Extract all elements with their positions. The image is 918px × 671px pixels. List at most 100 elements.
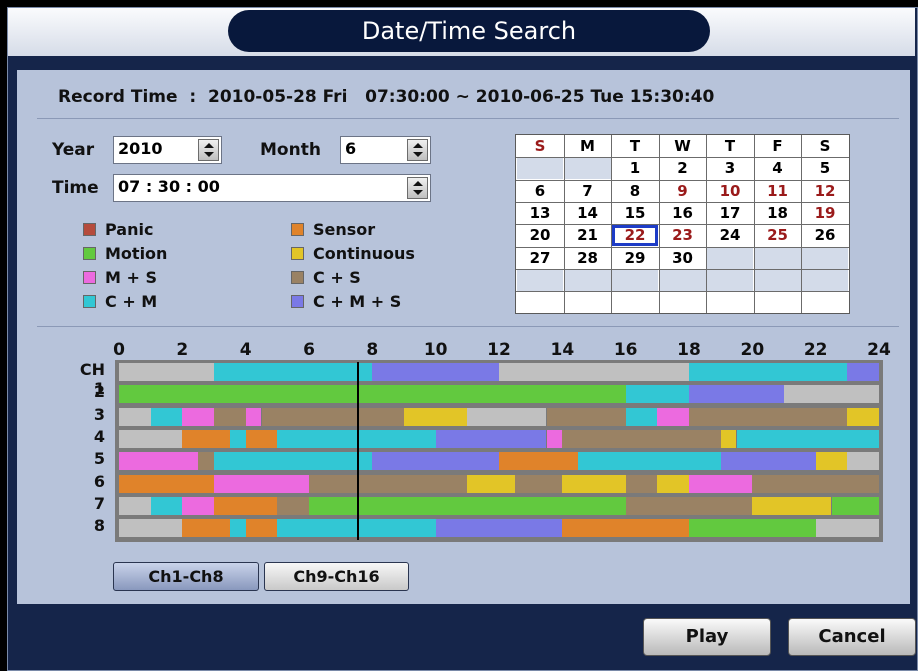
calendar-day[interactable]: 6 bbox=[517, 180, 563, 202]
record-segment[interactable] bbox=[657, 407, 689, 426]
record-segment[interactable] bbox=[514, 474, 563, 493]
calendar-day[interactable]: 12 bbox=[802, 180, 848, 202]
record-segment[interactable] bbox=[245, 429, 278, 448]
calendar-day[interactable]: 18 bbox=[754, 202, 801, 224]
month-spinner[interactable]: 6 bbox=[340, 136, 431, 164]
calendar-day[interactable]: 29 bbox=[612, 247, 658, 269]
ch9-ch16-button[interactable]: Ch9-Ch16 bbox=[264, 562, 409, 591]
record-segment[interactable] bbox=[815, 452, 848, 471]
record-segment[interactable] bbox=[831, 496, 879, 515]
record-segment[interactable] bbox=[752, 496, 832, 515]
record-segment[interactable] bbox=[625, 407, 658, 426]
calendar-day[interactable]: 22 bbox=[612, 225, 658, 247]
calendar-day[interactable]: 23 bbox=[659, 225, 706, 247]
record-segment[interactable] bbox=[309, 474, 468, 493]
channel-row[interactable] bbox=[119, 385, 879, 404]
year-spinner[interactable]: 2010 bbox=[113, 136, 222, 164]
channel-row[interactable] bbox=[119, 474, 879, 493]
calendar-day[interactable]: 20 bbox=[517, 225, 563, 247]
time-spinner[interactable]: 07 : 30 : 00 bbox=[113, 174, 431, 202]
record-segment[interactable] bbox=[119, 363, 214, 381]
record-segment[interactable] bbox=[689, 363, 848, 381]
calendar-day[interactable]: 8 bbox=[612, 180, 658, 202]
record-segment[interactable] bbox=[182, 519, 230, 538]
calendar-day[interactable]: 21 bbox=[564, 225, 611, 247]
record-segment[interactable] bbox=[277, 496, 309, 515]
record-segment[interactable] bbox=[435, 519, 563, 538]
channel-row[interactable] bbox=[119, 519, 879, 538]
calendar-day[interactable]: 28 bbox=[564, 247, 611, 269]
record-segment[interactable] bbox=[689, 407, 848, 426]
calendar-day[interactable]: 3 bbox=[707, 158, 753, 180]
calendar-day[interactable]: 10 bbox=[707, 180, 753, 202]
record-segment[interactable] bbox=[182, 496, 214, 515]
record-segment[interactable] bbox=[657, 474, 689, 493]
calendar-day[interactable]: 1 bbox=[612, 158, 658, 180]
play-button[interactable]: Play bbox=[643, 618, 771, 656]
record-segment[interactable] bbox=[467, 407, 547, 426]
record-segment[interactable] bbox=[435, 429, 547, 448]
calendar-day[interactable]: 30 bbox=[659, 247, 706, 269]
calendar-day[interactable]: 16 bbox=[659, 202, 706, 224]
record-segment[interactable] bbox=[198, 452, 214, 471]
calendar-day[interactable]: 17 bbox=[707, 202, 753, 224]
record-segment[interactable] bbox=[689, 519, 816, 538]
record-segment[interactable] bbox=[689, 385, 784, 404]
calendar-day[interactable]: 15 bbox=[612, 202, 658, 224]
calendar-day[interactable]: 11 bbox=[754, 180, 801, 202]
channel-row[interactable] bbox=[119, 496, 879, 515]
calendar-day[interactable]: 19 bbox=[802, 202, 848, 224]
calendar-day[interactable]: 14 bbox=[564, 202, 611, 224]
time-spin-buttons[interactable] bbox=[407, 177, 428, 199]
record-segment[interactable] bbox=[499, 363, 689, 381]
record-segment[interactable] bbox=[214, 407, 246, 426]
record-segment[interactable] bbox=[847, 452, 879, 471]
record-segment[interactable] bbox=[245, 519, 278, 538]
record-segment[interactable] bbox=[119, 429, 183, 448]
record-segment[interactable] bbox=[578, 452, 721, 471]
record-segment[interactable] bbox=[736, 429, 879, 448]
calendar-day[interactable]: 9 bbox=[659, 180, 706, 202]
record-segment[interactable] bbox=[214, 452, 373, 471]
record-segment[interactable] bbox=[245, 407, 262, 426]
year-spin-buttons[interactable] bbox=[198, 139, 219, 161]
record-segment[interactable] bbox=[847, 407, 879, 426]
record-segment[interactable] bbox=[372, 363, 499, 381]
record-segment[interactable] bbox=[119, 519, 183, 538]
record-segment[interactable] bbox=[720, 429, 737, 448]
record-segment[interactable] bbox=[229, 519, 246, 538]
calendar-day[interactable]: 2 bbox=[659, 158, 706, 180]
record-segment[interactable] bbox=[752, 474, 879, 493]
record-segment[interactable] bbox=[720, 452, 816, 471]
record-segment[interactable] bbox=[562, 474, 626, 493]
record-segment[interactable] bbox=[119, 474, 214, 493]
calendar-day[interactable]: 24 bbox=[707, 225, 753, 247]
record-segment[interactable] bbox=[150, 407, 183, 426]
record-segment[interactable] bbox=[546, 429, 563, 448]
record-segment[interactable] bbox=[182, 407, 214, 426]
record-segment[interactable] bbox=[847, 363, 879, 381]
record-segment[interactable] bbox=[119, 496, 151, 515]
channel-row[interactable] bbox=[119, 363, 879, 381]
channel-row[interactable] bbox=[119, 429, 879, 448]
calendar-day[interactable]: 27 bbox=[517, 247, 563, 269]
record-segment[interactable] bbox=[214, 496, 278, 515]
record-segment[interactable] bbox=[546, 407, 626, 426]
channel-row[interactable] bbox=[119, 407, 879, 426]
record-segment[interactable] bbox=[214, 474, 309, 493]
record-segment[interactable] bbox=[261, 407, 404, 426]
timeline[interactable] bbox=[115, 360, 883, 542]
record-segment[interactable] bbox=[815, 519, 879, 538]
record-segment[interactable] bbox=[562, 429, 721, 448]
month-spin-buttons[interactable] bbox=[407, 139, 428, 161]
calendar-day[interactable]: 25 bbox=[754, 225, 801, 247]
cancel-button[interactable]: Cancel bbox=[788, 618, 916, 656]
record-segment[interactable] bbox=[119, 452, 199, 471]
calendar-day[interactable]: 4 bbox=[754, 158, 801, 180]
record-segment[interactable] bbox=[467, 474, 515, 493]
record-segment[interactable] bbox=[150, 496, 183, 515]
record-segment[interactable] bbox=[499, 452, 579, 471]
record-segment[interactable] bbox=[625, 474, 658, 493]
channel-row[interactable] bbox=[119, 452, 879, 471]
calendar-day[interactable]: 26 bbox=[802, 225, 848, 247]
